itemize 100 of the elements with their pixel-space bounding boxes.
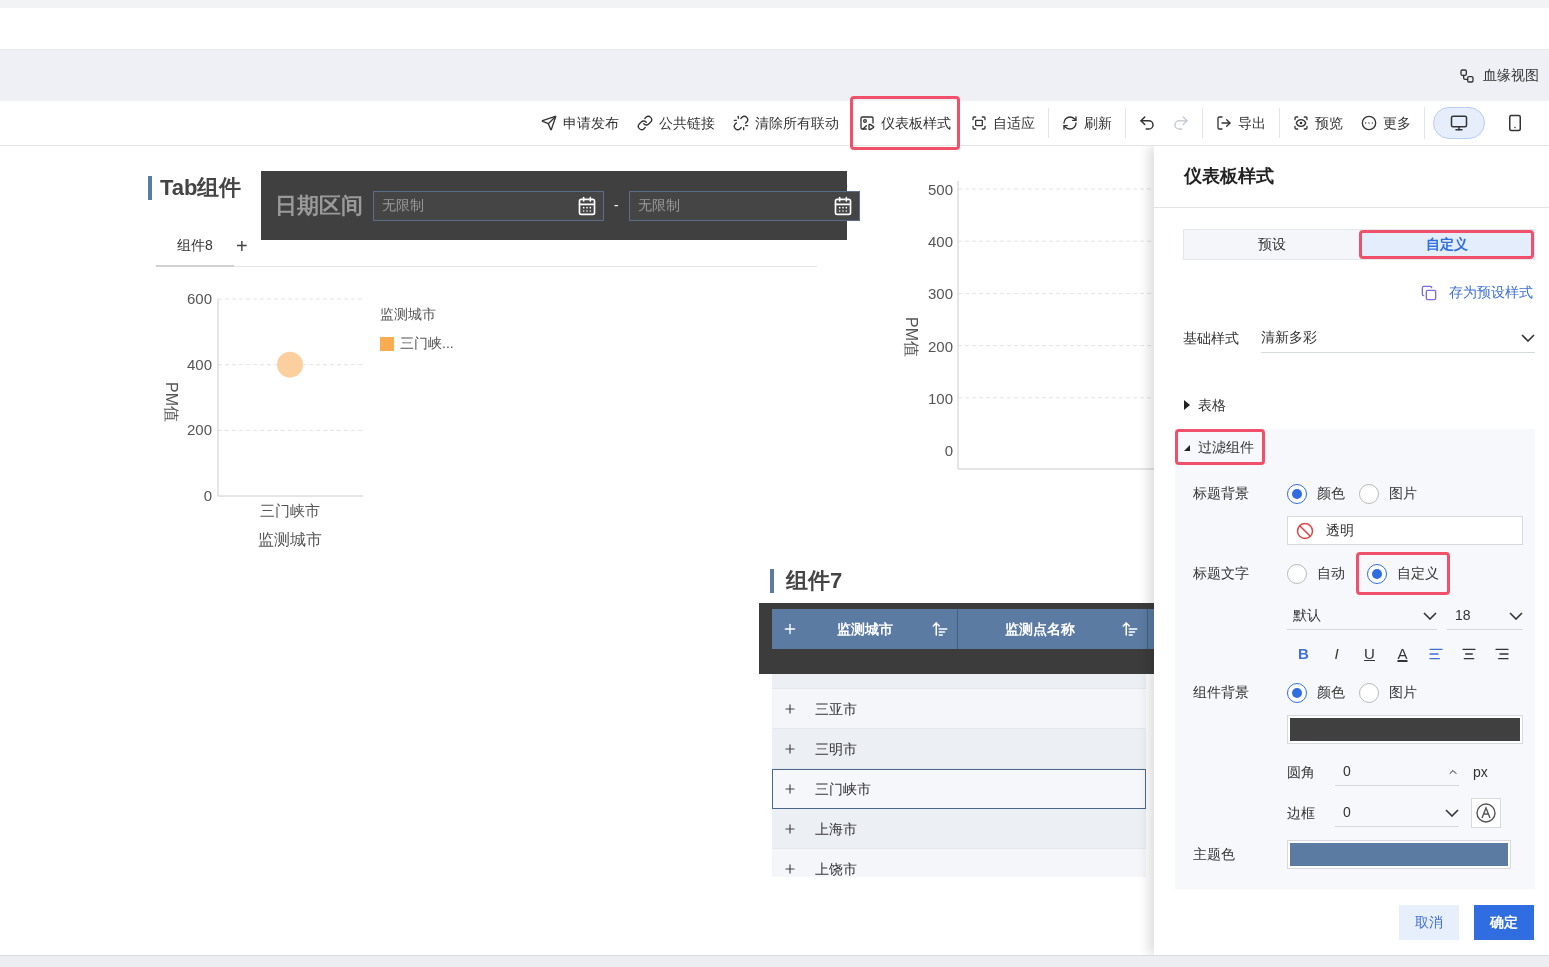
radio-option[interactable]: 图片 bbox=[1359, 483, 1417, 504]
expand-all-icon bbox=[782, 621, 798, 637]
axis-tick-label: 400 bbox=[927, 233, 953, 251]
radio-option[interactable]: 图片 bbox=[1359, 682, 1417, 703]
color-button[interactable]: A bbox=[1386, 642, 1419, 666]
chevron-down-icon bbox=[1445, 808, 1459, 817]
toolbar-button[interactable]: 仪表板样式 bbox=[850, 96, 960, 150]
unlink-icon bbox=[733, 115, 749, 131]
tab[interactable]: 组件8 bbox=[156, 226, 234, 267]
expand-icon bbox=[783, 862, 797, 876]
corner-radius-field[interactable]: 0 bbox=[1335, 758, 1459, 786]
toolbar-button[interactable]: 更多 bbox=[1352, 108, 1420, 138]
table-row[interactable]: 三明市 bbox=[772, 729, 1146, 769]
component-title: Tab组件 bbox=[160, 174, 242, 202]
range-separator: - bbox=[614, 196, 619, 215]
align-left-icon bbox=[1427, 646, 1444, 662]
image-icon bbox=[859, 115, 875, 131]
table-cell-text: 三门峡市 bbox=[815, 779, 871, 799]
underline-button[interactable]: U bbox=[1353, 642, 1386, 666]
sort-icon bbox=[931, 620, 949, 638]
no-fill-icon bbox=[1296, 521, 1314, 540]
chevron-down-icon bbox=[1521, 333, 1535, 342]
radio-option[interactable]: 自动 bbox=[1276, 552, 1356, 595]
chevron-down-icon bbox=[1509, 611, 1523, 620]
end-date-input[interactable]: 无限制 bbox=[629, 195, 827, 216]
y-axis-title: PM值 bbox=[903, 317, 920, 357]
table-row[interactable]: 三亚市 bbox=[772, 689, 1146, 729]
italic-button[interactable]: I bbox=[1320, 642, 1353, 666]
more-icon bbox=[1361, 115, 1377, 131]
expand-icon bbox=[783, 782, 797, 796]
bold-button[interactable]: B bbox=[1287, 642, 1320, 666]
radio-icon bbox=[1359, 483, 1379, 504]
preview-icon bbox=[1293, 115, 1309, 131]
cancel-button[interactable]: 取消 bbox=[1399, 904, 1459, 940]
calendar-icon bbox=[577, 195, 597, 216]
axis-tick-label: 200 bbox=[927, 337, 953, 355]
toolbar-button[interactable]: 公共链接 bbox=[628, 108, 724, 138]
font-select[interactable]: 默认 bbox=[1287, 602, 1437, 630]
desktop-view-button[interactable] bbox=[1433, 107, 1485, 139]
align-right-icon bbox=[1493, 646, 1510, 662]
redo-icon bbox=[1172, 114, 1190, 132]
refresh-icon bbox=[1062, 115, 1078, 131]
save-preset-link[interactable]: 存为预设样式 bbox=[1421, 282, 1533, 303]
table-cell-text: 三明市 bbox=[815, 739, 857, 759]
field-label: 标题背景 bbox=[1193, 484, 1250, 503]
toolbar-button[interactable]: 自适应 bbox=[962, 108, 1044, 138]
filter-title: 日期区间 bbox=[275, 192, 363, 220]
phone-icon bbox=[1506, 114, 1524, 132]
border-select[interactable]: 0 bbox=[1335, 799, 1459, 827]
start-date-field[interactable]: 无限制 bbox=[373, 190, 604, 221]
toolbar-button[interactable]: 清除所有联动 bbox=[724, 108, 848, 138]
toolbar-button[interactable]: 预览 bbox=[1284, 108, 1352, 138]
component-title: 组件7 bbox=[786, 567, 843, 595]
panel-title: 仪表板样式 bbox=[1184, 165, 1274, 188]
column-label: 监测点名称 bbox=[1003, 619, 1076, 639]
x-axis-title: 监测城市 bbox=[258, 531, 322, 548]
base-style-select[interactable]: 清新多彩 bbox=[1261, 323, 1535, 353]
y-axis-title: PM值 bbox=[163, 382, 180, 422]
align-center-icon bbox=[1460, 646, 1477, 662]
fit-screen-icon bbox=[971, 115, 987, 131]
axis-tick-label: 200 bbox=[186, 421, 212, 439]
expanded-triangle-icon bbox=[1184, 445, 1190, 451]
radio-option[interactable]: 颜色 bbox=[1287, 483, 1345, 504]
toolbar-button[interactable]: 导出 bbox=[1207, 108, 1275, 138]
border-color-button[interactable] bbox=[1471, 798, 1501, 828]
table-row[interactable]: 上饶市 bbox=[772, 849, 1146, 877]
radio-option[interactable]: 颜色 bbox=[1287, 682, 1345, 703]
axis-tick-label: 400 bbox=[186, 355, 212, 373]
send-icon bbox=[541, 115, 557, 131]
legend-title: 监测城市 bbox=[380, 305, 437, 324]
radio-icon bbox=[1287, 563, 1307, 584]
axis-tick-label: 500 bbox=[927, 181, 953, 198]
axis-tick-label: 600 bbox=[186, 294, 212, 307]
style-tab[interactable]: 预设 bbox=[1184, 230, 1359, 259]
table-row[interactable]: 三门峡市 bbox=[772, 769, 1146, 809]
table-cell-text: 上饶市 bbox=[815, 859, 857, 877]
expand-icon bbox=[783, 822, 797, 836]
radio-option[interactable]: 自定义 bbox=[1356, 552, 1450, 595]
toolbar-button[interactable]: 申请发布 bbox=[532, 108, 628, 138]
confirm-button[interactable]: 确定 bbox=[1474, 904, 1534, 940]
end-date-field[interactable]: 无限制 bbox=[628, 190, 860, 221]
font-size-select[interactable]: 18 bbox=[1447, 602, 1523, 630]
axis-tick-label: 0 bbox=[203, 487, 212, 504]
style-tab[interactable]: 自定义 bbox=[1359, 230, 1534, 259]
start-date-input[interactable]: 无限制 bbox=[374, 195, 571, 216]
lineage-view-link[interactable]: 血缘视图 bbox=[1459, 65, 1539, 86]
sort-icon bbox=[1121, 620, 1139, 638]
fill-select[interactable]: 透明 bbox=[1287, 516, 1523, 545]
undo-icon bbox=[1138, 114, 1156, 132]
table-row[interactable]: 上海市 bbox=[772, 809, 1146, 849]
toolbar-button[interactable]: 刷新 bbox=[1053, 108, 1121, 138]
radio-icon bbox=[1359, 682, 1379, 703]
table-cell-text: 三亚市 bbox=[815, 699, 857, 719]
legend-label: 三门峡... bbox=[400, 334, 454, 353]
field-label: 标题文字 bbox=[1193, 564, 1250, 583]
chevron-down-icon bbox=[1423, 611, 1437, 620]
add-tab-button[interactable]: + bbox=[234, 225, 250, 266]
section-header[interactable]: 表格 bbox=[1175, 387, 1237, 423]
table-cell-text: 上海市 bbox=[815, 819, 857, 839]
section-header[interactable]: 过滤组件 bbox=[1175, 429, 1265, 465]
